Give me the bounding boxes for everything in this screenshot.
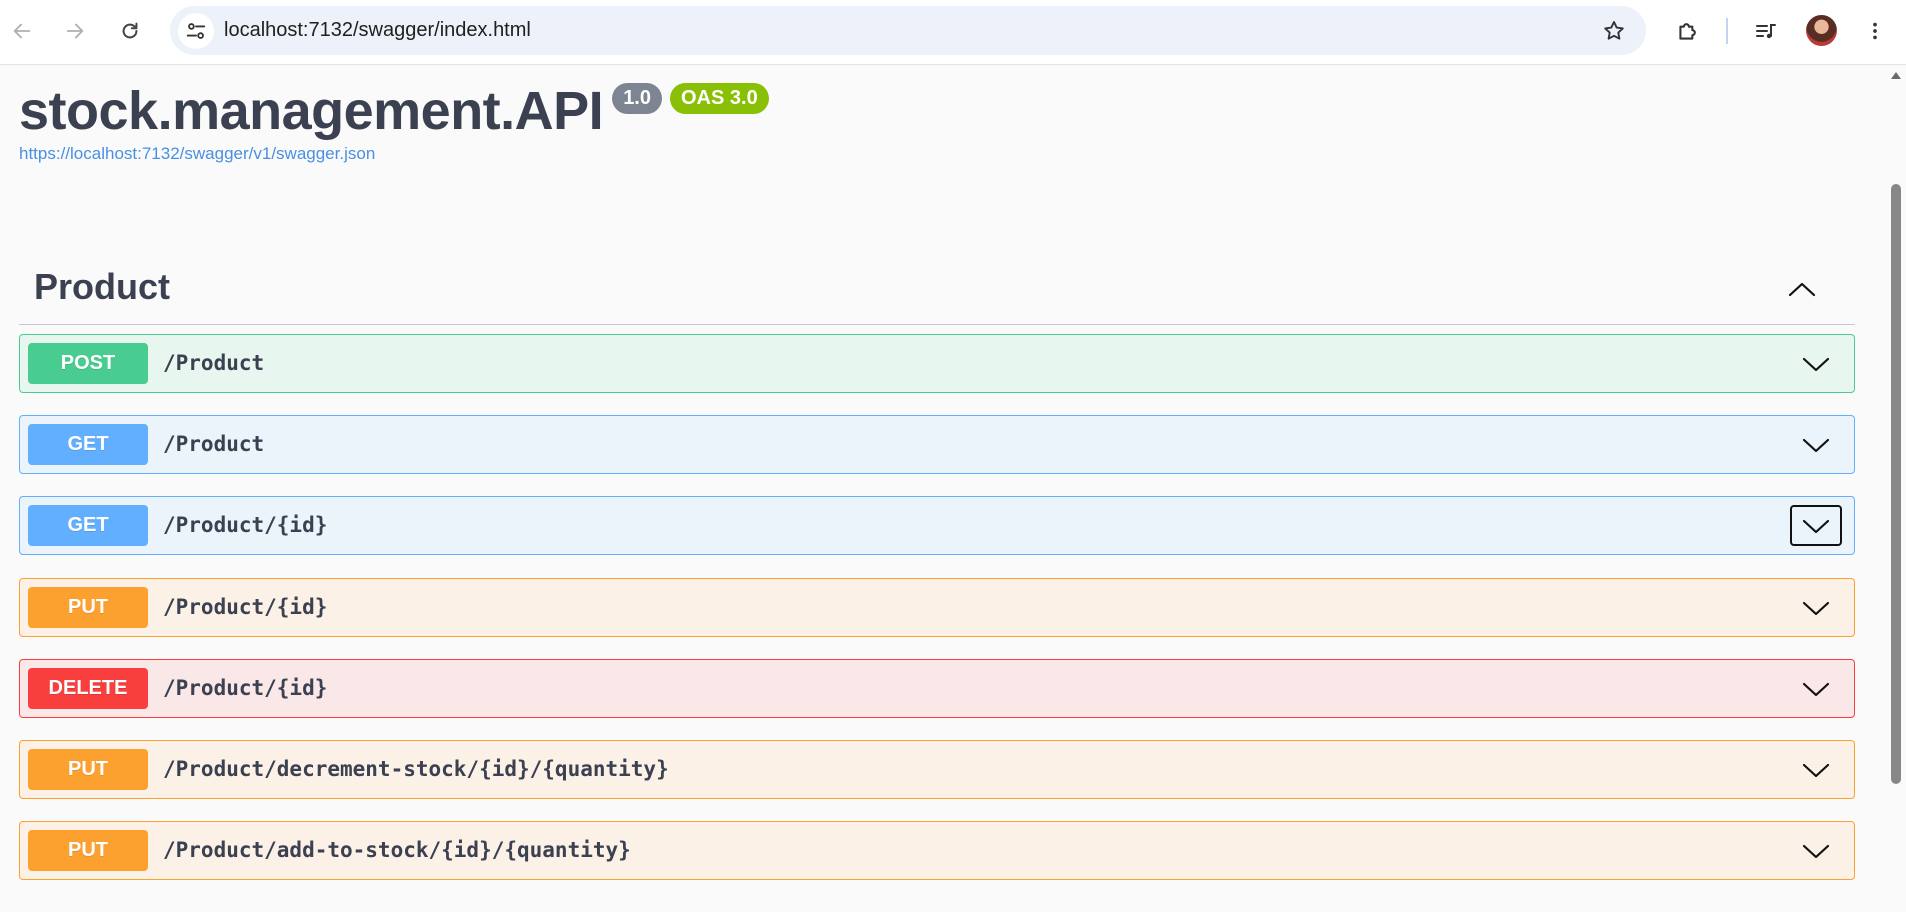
operation-path[interactable]: /Product: [163, 335, 264, 392]
method-badge: PUT: [28, 830, 148, 871]
api-title: stock.management.API: [19, 81, 604, 141]
site-info-button[interactable]: [178, 13, 214, 49]
forward-arrow-icon: [66, 23, 84, 39]
bookmark-button[interactable]: [1594, 11, 1634, 51]
api-info: stock.management.API 1.0 OAS 3.0 https:/…: [19, 80, 769, 164]
operation-path[interactable]: /Product/{id}: [163, 660, 327, 717]
chevron-down-icon: [1802, 601, 1830, 615]
opblock-delete-product-id[interactable]: DELETE /Product/{id}: [19, 659, 1855, 718]
spec-json-link[interactable]: https://localhost:7132/swagger/v1/swagge…: [19, 144, 769, 164]
chevron-up-icon: [1788, 282, 1816, 297]
chevron-down-icon: [1802, 519, 1830, 533]
method-badge: GET: [28, 424, 148, 465]
expand-operation-button[interactable]: [1790, 424, 1842, 465]
operation-path[interactable]: /Product/add-to-stock/{id}/{quantity}: [163, 822, 631, 879]
method-badge: POST: [28, 343, 148, 384]
operation-path[interactable]: /Product/{id}: [163, 579, 327, 636]
address-bar[interactable]: localhost:7132/swagger/index.html: [170, 6, 1646, 55]
opblock-post-product[interactable]: POST /Product: [19, 334, 1855, 393]
chevron-down-icon: [1802, 682, 1830, 696]
expand-operation-button[interactable]: [1790, 749, 1842, 790]
scrollbar-thumb[interactable]: [1891, 184, 1901, 784]
chevron-down-icon: [1802, 438, 1830, 452]
tune-icon: [186, 23, 206, 39]
method-badge: PUT: [28, 749, 148, 790]
operation-path[interactable]: /Product: [163, 416, 264, 473]
back-button[interactable]: [2, 11, 42, 51]
puzzle-icon: [1679, 23, 1696, 40]
expand-operation-button[interactable]: [1790, 505, 1842, 546]
method-badge: DELETE: [28, 668, 148, 709]
extensions-button[interactable]: [1668, 11, 1708, 51]
opblock-put-product-id[interactable]: PUT /Product/{id}: [19, 578, 1855, 637]
tag-title[interactable]: Product: [34, 266, 170, 308]
expand-operation-button[interactable]: [1790, 587, 1842, 628]
opblock-get-product-id[interactable]: GET /Product/{id}: [19, 496, 1855, 555]
operation-path[interactable]: /Product/{id}: [163, 497, 327, 554]
browser-toolbar: localhost:7132/swagger/index.html: [0, 0, 1906, 65]
expand-operation-button[interactable]: [1790, 668, 1842, 709]
method-badge: GET: [28, 505, 148, 546]
reload-icon: [122, 22, 138, 39]
opblock-get-product[interactable]: GET /Product: [19, 415, 1855, 474]
scroll-up-arrow-icon[interactable]: [1891, 72, 1901, 79]
star-icon: [1604, 21, 1624, 40]
chevron-down-icon: [1802, 763, 1830, 777]
collapse-tag-button[interactable]: [1785, 274, 1819, 304]
operation-path[interactable]: /Product/decrement-stock/{id}/{quantity}: [163, 741, 669, 798]
url-text[interactable]: localhost:7132/swagger/index.html: [224, 6, 531, 55]
media-queue-icon: [1756, 24, 1776, 39]
forward-button[interactable]: [55, 11, 95, 51]
swagger-page: stock.management.API 1.0 OAS 3.0 https:/…: [0, 66, 1886, 912]
opblock-put-decrement-stock[interactable]: PUT /Product/decrement-stock/{id}/{quant…: [19, 740, 1855, 799]
tag-section-product: Product POST /Product GET /Product GET /…: [19, 252, 1855, 880]
toolbar-divider: [1726, 18, 1728, 44]
expand-operation-button[interactable]: [1790, 830, 1842, 871]
opblock-put-add-to-stock[interactable]: PUT /Product/add-to-stock/{id}/{quantity…: [19, 821, 1855, 880]
tag-header[interactable]: Product: [19, 252, 1855, 325]
expand-operation-button[interactable]: [1790, 343, 1842, 384]
oas-badge: OAS 3.0: [670, 83, 769, 114]
title-row: stock.management.API 1.0 OAS 3.0: [19, 80, 769, 142]
reload-button[interactable]: [110, 11, 150, 51]
method-badge: PUT: [28, 587, 148, 628]
chevron-down-icon: [1802, 357, 1830, 371]
page-scrollbar[interactable]: [1886, 66, 1906, 912]
browser-menu-button[interactable]: [1855, 11, 1895, 51]
back-arrow-icon: [13, 23, 31, 39]
media-controls-button[interactable]: [1746, 11, 1786, 51]
kebab-menu-icon: [1873, 22, 1877, 40]
avatar[interactable]: [1806, 15, 1837, 46]
version-badge: 1.0: [612, 83, 662, 114]
chevron-down-icon: [1802, 844, 1830, 858]
